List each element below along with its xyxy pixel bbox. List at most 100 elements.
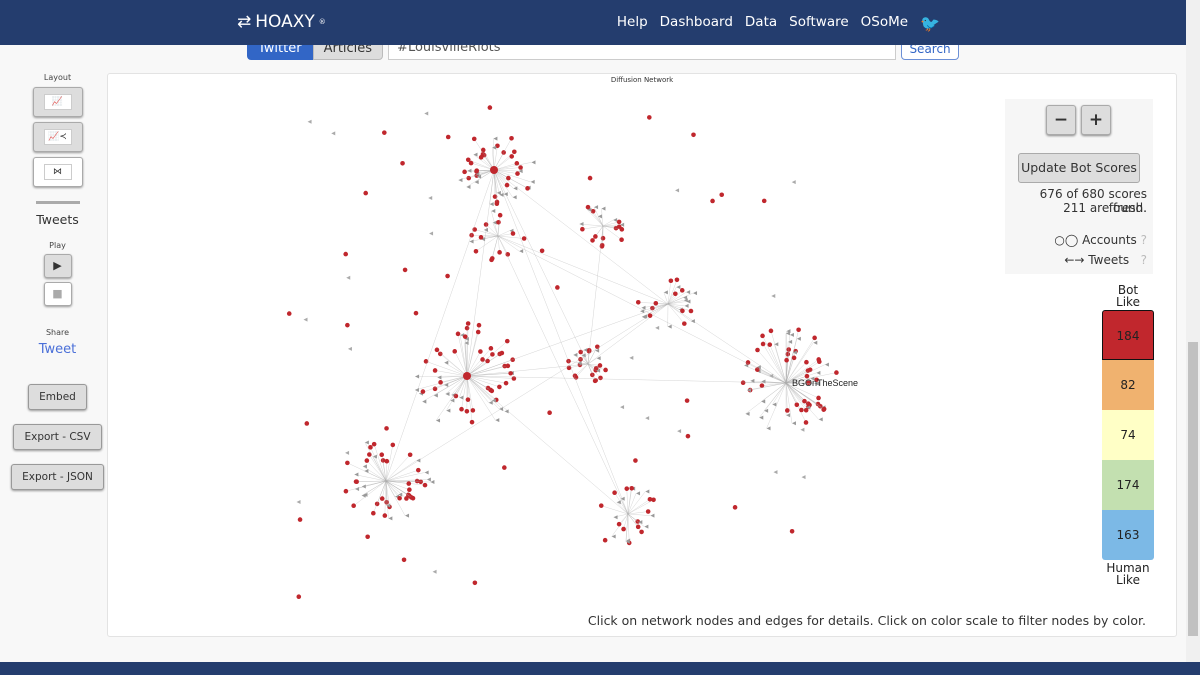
account-node[interactable] bbox=[471, 136, 477, 142]
account-node[interactable] bbox=[821, 407, 826, 412]
nav-dashboard[interactable]: Dashboard bbox=[660, 14, 733, 33]
tweet-share-link[interactable]: Tweet bbox=[0, 342, 115, 357]
scrollbar[interactable] bbox=[1186, 0, 1200, 662]
account-node[interactable] bbox=[791, 355, 797, 361]
account-node[interactable] bbox=[653, 300, 659, 306]
account-node[interactable] bbox=[397, 495, 402, 501]
account-node[interactable] bbox=[639, 529, 644, 535]
account-node[interactable] bbox=[304, 421, 310, 426]
hub-label[interactable]: BGOnTheScene bbox=[792, 378, 858, 388]
tweet-arrow[interactable] bbox=[469, 239, 474, 244]
account-node[interactable] bbox=[464, 408, 470, 414]
tweet-arrow[interactable] bbox=[426, 477, 431, 482]
tweet-arrow[interactable] bbox=[616, 500, 621, 505]
account-node[interactable] bbox=[685, 433, 691, 439]
tweet-arrow[interactable] bbox=[675, 188, 680, 193]
account-node[interactable] bbox=[497, 212, 503, 218]
network-edge[interactable] bbox=[587, 303, 669, 365]
account-node[interactable] bbox=[719, 192, 725, 198]
account-node[interactable] bbox=[803, 407, 809, 413]
account-node[interactable] bbox=[599, 244, 605, 249]
tweet-arrow[interactable] bbox=[415, 374, 420, 379]
tweet-arrow[interactable] bbox=[346, 275, 351, 280]
account-node[interactable] bbox=[438, 380, 443, 385]
tweet-arrow[interactable] bbox=[405, 513, 410, 518]
tweet-arrow[interactable] bbox=[530, 179, 535, 184]
tweet-arrow[interactable] bbox=[495, 418, 500, 423]
tweet-arrow[interactable] bbox=[489, 202, 494, 207]
account-node[interactable] bbox=[416, 467, 421, 473]
scale-bin[interactable]: 82 bbox=[1102, 360, 1154, 410]
account-node[interactable] bbox=[509, 154, 515, 159]
account-node[interactable] bbox=[345, 460, 350, 466]
tweet-arrow[interactable] bbox=[620, 405, 625, 410]
tweet-arrow[interactable] bbox=[422, 399, 427, 404]
account-node[interactable] bbox=[755, 347, 760, 353]
account-node[interactable] bbox=[470, 408, 476, 413]
account-node[interactable] bbox=[598, 503, 604, 508]
tweet-arrow[interactable] bbox=[436, 418, 441, 423]
account-node[interactable] bbox=[489, 256, 495, 261]
tweet-arrow[interactable] bbox=[791, 421, 796, 426]
network-edge[interactable] bbox=[614, 492, 629, 515]
tweet-arrow[interactable] bbox=[686, 290, 691, 295]
account-node[interactable] bbox=[489, 388, 495, 394]
network-edge[interactable] bbox=[582, 225, 604, 230]
network-edge[interactable] bbox=[667, 303, 685, 324]
tweet-arrow[interactable] bbox=[801, 475, 806, 480]
account-node[interactable] bbox=[480, 357, 485, 362]
scale-bin[interactable]: 163 bbox=[1102, 510, 1154, 560]
account-node[interactable] bbox=[459, 406, 464, 412]
tweet-arrow[interactable] bbox=[579, 222, 584, 227]
tweet-arrow[interactable] bbox=[683, 295, 688, 300]
tweet-arrow[interactable] bbox=[786, 413, 791, 418]
tweet-arrow[interactable] bbox=[813, 340, 818, 345]
account-node[interactable] bbox=[629, 485, 635, 491]
tweet-arrow[interactable] bbox=[684, 303, 689, 308]
layout-split-button[interactable]: 📈≺ bbox=[32, 122, 83, 152]
network-edge[interactable] bbox=[345, 480, 387, 492]
account-node[interactable] bbox=[505, 363, 511, 369]
tweet-arrow[interactable] bbox=[531, 160, 536, 165]
tweet-arrow[interactable] bbox=[493, 136, 498, 141]
tweet-arrow[interactable] bbox=[789, 332, 794, 337]
account-node[interactable] bbox=[745, 360, 751, 365]
diffusion-network-graph[interactable]: BGOnTheScene bbox=[108, 74, 1008, 638]
account-node[interactable] bbox=[413, 310, 419, 316]
tweet-arrow[interactable] bbox=[816, 370, 821, 375]
tweet-arrow[interactable] bbox=[488, 400, 493, 405]
account-node[interactable] bbox=[802, 398, 807, 404]
account-node[interactable] bbox=[635, 524, 641, 530]
tweet-arrow[interactable] bbox=[307, 119, 312, 124]
account-node[interactable] bbox=[624, 486, 630, 491]
network-edge[interactable] bbox=[667, 303, 683, 312]
scrollbar-thumb[interactable] bbox=[1188, 342, 1198, 636]
account-node[interactable] bbox=[518, 165, 523, 170]
account-node[interactable] bbox=[503, 380, 509, 386]
account-node[interactable] bbox=[673, 291, 678, 297]
account-node[interactable] bbox=[445, 134, 451, 140]
account-node[interactable] bbox=[476, 322, 482, 328]
account-node[interactable] bbox=[603, 367, 608, 373]
network-edge[interactable] bbox=[354, 474, 387, 482]
account-node[interactable] bbox=[390, 442, 396, 448]
account-node[interactable] bbox=[679, 288, 685, 293]
tweet-arrow[interactable] bbox=[424, 111, 429, 116]
tweet-arrow[interactable] bbox=[676, 285, 681, 290]
play-button[interactable]: ▶ bbox=[43, 254, 72, 278]
account-node[interactable] bbox=[488, 346, 494, 351]
account-node[interactable] bbox=[799, 407, 804, 413]
tweet-arrow[interactable] bbox=[613, 218, 618, 223]
account-node[interactable] bbox=[345, 322, 350, 328]
network-edge[interactable] bbox=[627, 513, 651, 516]
network-edge[interactable] bbox=[587, 209, 604, 227]
account-node[interactable] bbox=[351, 503, 356, 509]
account-node[interactable] bbox=[616, 219, 622, 225]
account-node[interactable] bbox=[547, 410, 552, 416]
network-edge[interactable] bbox=[626, 488, 629, 515]
account-node[interactable] bbox=[785, 408, 790, 413]
tweet-arrow[interactable] bbox=[513, 186, 518, 191]
account-node[interactable] bbox=[473, 249, 479, 254]
nav-osome[interactable]: OSoMe bbox=[861, 14, 908, 33]
account-node[interactable] bbox=[505, 252, 511, 257]
